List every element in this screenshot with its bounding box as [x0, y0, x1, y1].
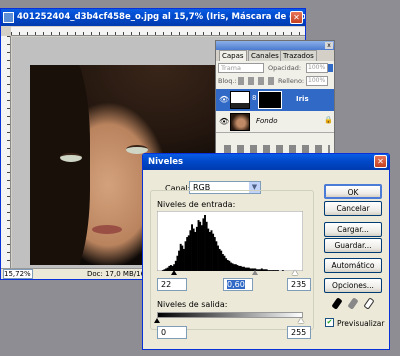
input-gamma-slider[interactable] [252, 270, 258, 275]
tab-paths[interactable]: Trazados [280, 50, 317, 61]
levels-title: Niveles [148, 157, 184, 167]
close-icon[interactable]: ✕ [374, 155, 387, 168]
output-gradient-bar [157, 312, 303, 318]
preview-checkbox[interactable]: ✔ [325, 318, 334, 327]
output-white-field[interactable]: 255 [287, 326, 311, 339]
lips [92, 225, 122, 234]
output-levels-label: Niveles de salida: [157, 300, 228, 309]
blend-mode-select[interactable]: Trama [218, 63, 264, 73]
output-black-field[interactable]: 0 [157, 326, 187, 339]
panel-close-icon[interactable]: x [325, 42, 333, 49]
layer-name: Fondo [256, 117, 278, 125]
layers-panel-footer-icons[interactable] [224, 145, 330, 153]
lock-label: Bloq.: [218, 77, 237, 85]
load-button[interactable]: Cargar... [324, 222, 382, 237]
close-icon[interactable]: ✕ [290, 11, 303, 24]
layer-row-fondo[interactable]: 👁 Fondo 🔒 [216, 111, 334, 133]
tab-layers[interactable]: Capas [219, 50, 247, 61]
link-icon: 8 [252, 94, 257, 102]
ok-button[interactable]: OK [324, 184, 382, 199]
opacity-field[interactable]: 100% [306, 63, 328, 73]
input-black-field[interactable]: 22 [157, 278, 187, 291]
eye-left [60, 153, 82, 162]
histogram [157, 211, 303, 271]
lock-icon: 🔒 [324, 116, 333, 124]
output-white-slider[interactable] [298, 318, 304, 323]
options-button[interactable]: Opciones... [324, 278, 382, 293]
input-black-slider[interactable] [171, 270, 177, 275]
layer-mask-thumbnail [258, 91, 282, 109]
lock-icons[interactable] [238, 77, 276, 85]
hair-shape [30, 65, 90, 265]
levels-title-bar[interactable]: Niveles [143, 154, 389, 170]
layer-row-iris[interactable]: 👁 8 Iris [216, 89, 334, 111]
eye-icon[interactable]: 👁 [219, 95, 229, 104]
input-white-field[interactable]: 235 [287, 278, 311, 291]
layer-name: Iris [296, 95, 309, 103]
layers-panel-title-bar[interactable] [216, 41, 334, 50]
photoshop-doc-icon [3, 12, 14, 23]
zoom-level[interactable]: 15,72% [3, 269, 33, 279]
fill-field[interactable]: 100% [306, 76, 328, 86]
histogram-bin [281, 270, 284, 271]
horizontal-ruler [11, 27, 305, 36]
panel-menu-arrow-icon[interactable] [328, 64, 333, 72]
layers-panel-body: Trama Opacidad: 100% Bloq.: Relleno: 100… [216, 61, 334, 157]
eye-icon[interactable]: 👁 [219, 117, 229, 126]
output-black-slider[interactable] [154, 318, 160, 323]
document-title-bar[interactable]: 401252404_d3b4cf458e_o.jpg al 15,7% (Iri… [1, 9, 305, 26]
auto-button[interactable]: Automático [324, 258, 382, 273]
input-white-slider[interactable] [292, 270, 298, 275]
fill-label: Relleno: [278, 77, 305, 85]
tab-channels[interactable]: Canales [248, 50, 282, 61]
save-button[interactable]: Guardar... [324, 238, 382, 253]
levels-adjustment-thumbnail [230, 91, 250, 109]
vertical-ruler [1, 36, 11, 268]
background-layer-thumbnail [230, 113, 250, 131]
document-title: 401252404_d3b4cf458e_o.jpg al 15,7% (Iri… [17, 12, 305, 22]
opacity-label: Opacidad: [268, 64, 302, 72]
preview-label: Previsualizar [337, 319, 385, 328]
input-gradient-bar [157, 272, 303, 273]
histogram-bin [277, 270, 279, 271]
input-levels-label: Niveles de entrada: [157, 200, 236, 209]
input-gamma-field[interactable]: 0,60 [223, 278, 253, 291]
cancel-button[interactable]: Cancelar [324, 201, 382, 216]
